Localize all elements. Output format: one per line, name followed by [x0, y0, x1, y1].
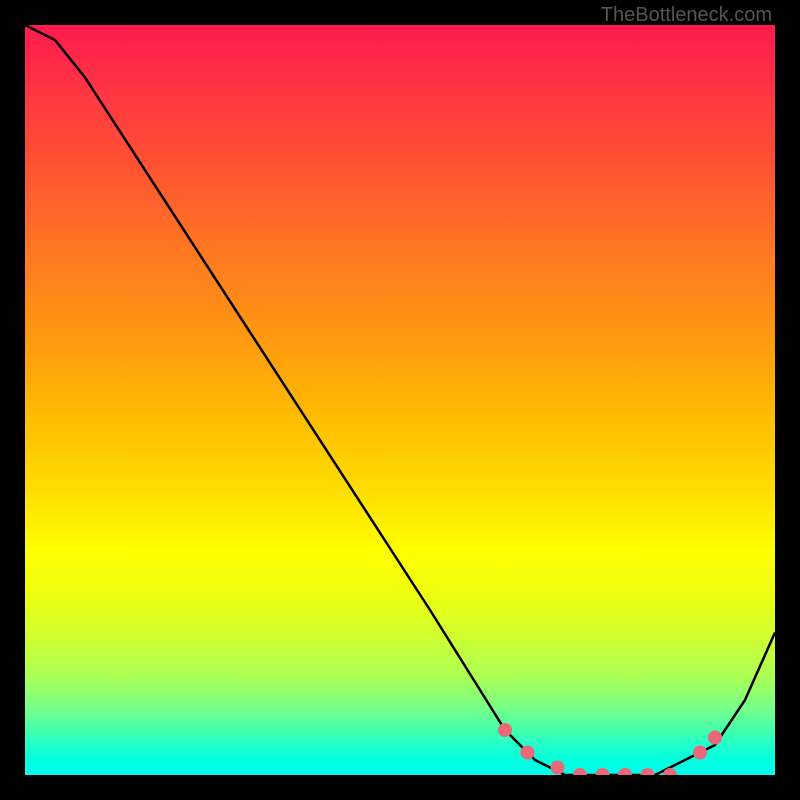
marker-dot [618, 768, 632, 775]
marker-dot [708, 731, 722, 745]
marker-group [498, 723, 722, 775]
main-curve [25, 25, 775, 775]
marker-dot [596, 768, 610, 775]
marker-dot [693, 746, 707, 760]
marker-dot [551, 761, 565, 775]
marker-dot [641, 768, 655, 775]
chart-svg [25, 25, 775, 775]
watermark-text: TheBottleneck.com [601, 4, 772, 27]
marker-dot [521, 746, 535, 760]
outer-frame: TheBottleneck.com [0, 0, 800, 800]
marker-dot [498, 723, 512, 737]
marker-dot [573, 768, 587, 775]
